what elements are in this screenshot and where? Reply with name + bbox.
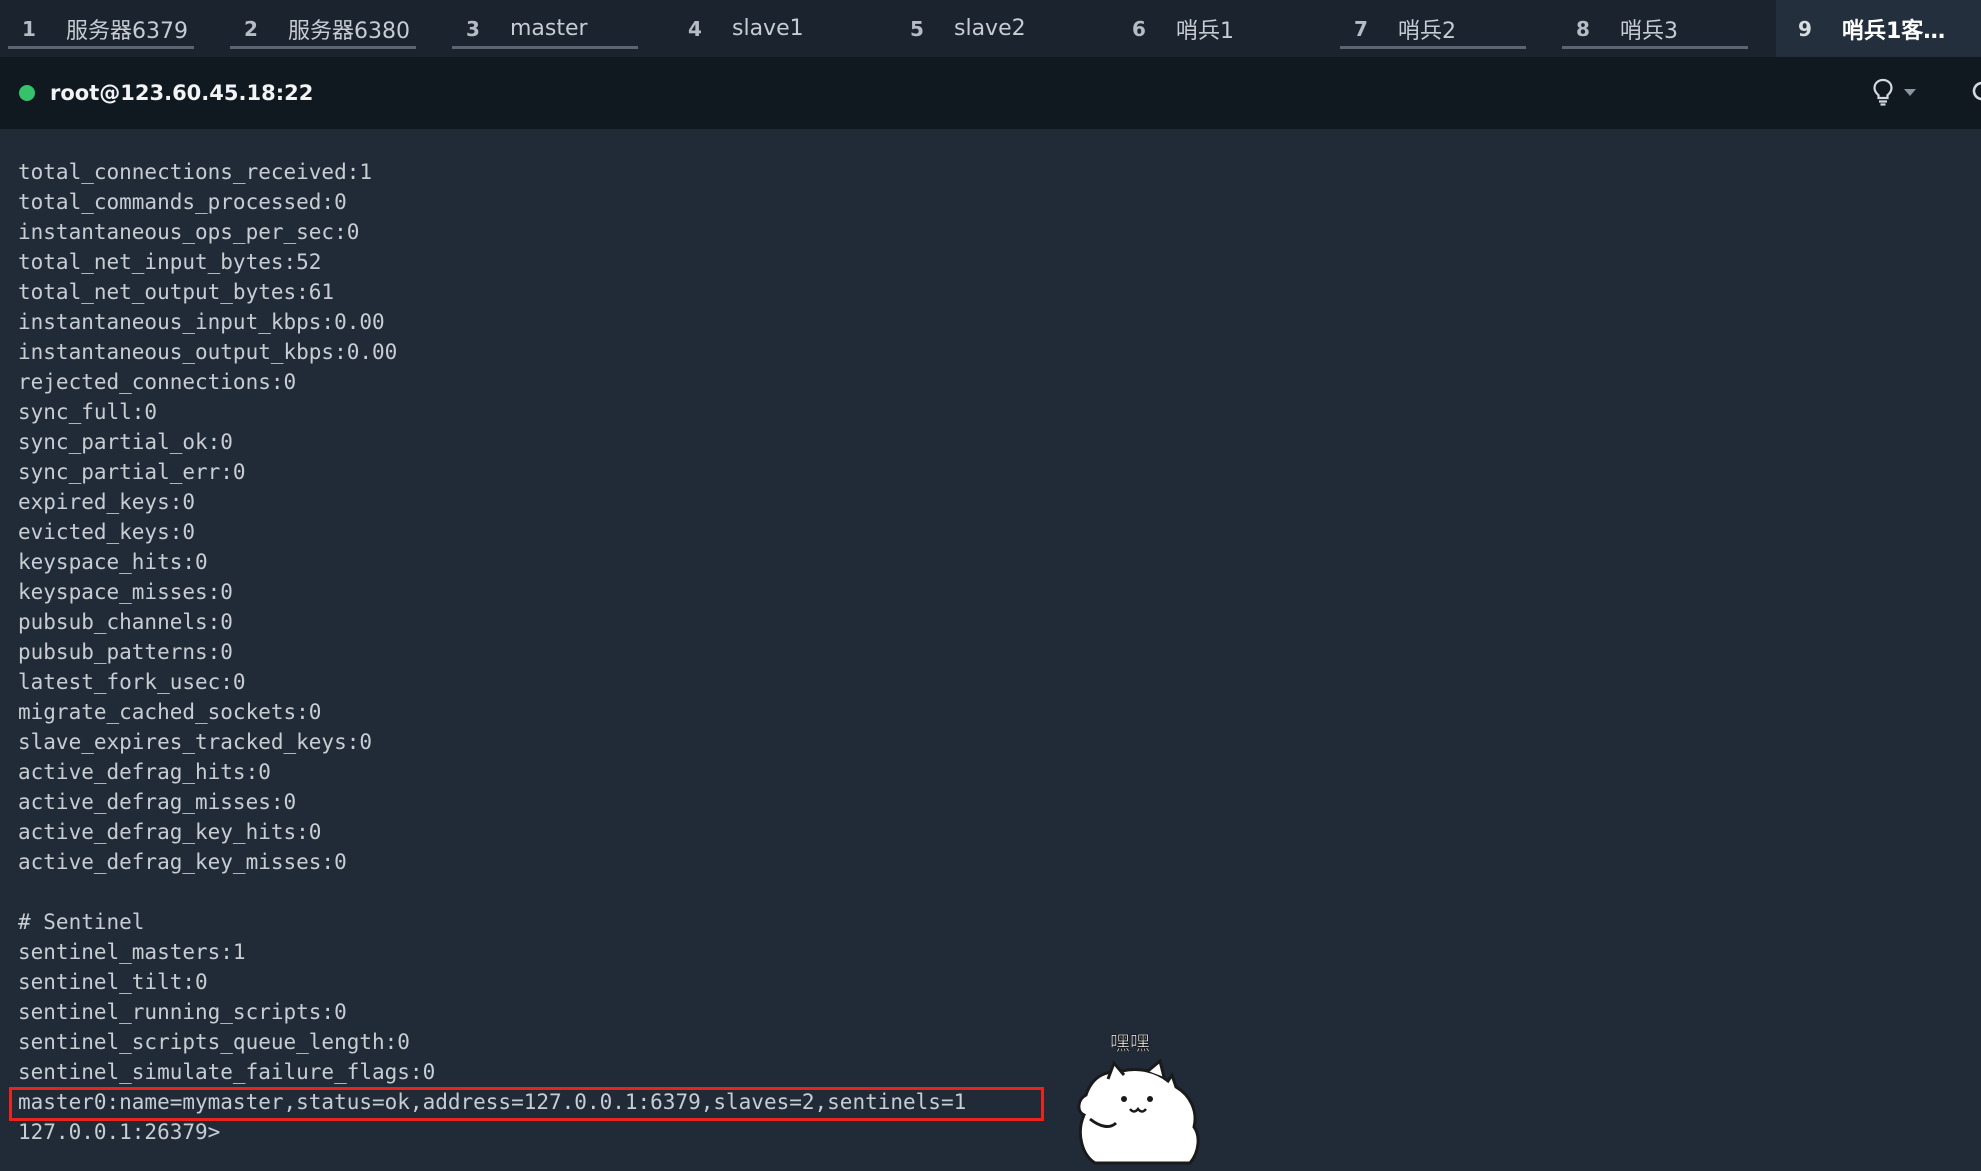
tab-underline xyxy=(1340,46,1526,49)
refresh-icon[interactable] xyxy=(1970,79,1981,103)
tab-number: 4 xyxy=(688,16,702,41)
tab-label: 服务器6380 xyxy=(288,18,410,44)
tab-8[interactable]: 8 哨兵3 xyxy=(1554,0,1776,57)
tab-label: slave2 xyxy=(954,16,1026,41)
tab-number: 2 xyxy=(244,16,258,41)
chevron-down-icon xyxy=(1904,88,1916,96)
tab-number: 9 xyxy=(1798,16,1812,41)
hint-dropdown[interactable] xyxy=(1872,78,1916,106)
terminal-line: active_defrag_key_hits:0 xyxy=(18,820,322,844)
tab-number: 6 xyxy=(1132,16,1146,41)
terminal-line: slave_expires_tracked_keys:0 xyxy=(18,730,373,754)
tab-label: 哨兵3 xyxy=(1620,18,1678,44)
terminal-line: pubsub_channels:0 xyxy=(18,610,233,634)
tab-bar: 1 服务器6379 2 服务器6380 3 master 4 slave1 5 … xyxy=(0,0,1981,57)
tab-5[interactable]: 5 slave2 xyxy=(888,0,1110,57)
terminal-line: sentinel_simulate_failure_flags:0 xyxy=(18,1060,436,1084)
terminal-output: total_connections_received:1 total_comman… xyxy=(18,157,966,1147)
tab-label: slave1 xyxy=(732,16,804,41)
session-header: root@123.60.45.18:22 xyxy=(0,57,1981,129)
terminal-line: total_connections_received:1 xyxy=(18,160,373,184)
terminal-line: sentinel_running_scripts:0 xyxy=(18,1000,347,1024)
terminal-line: # Sentinel xyxy=(18,910,145,934)
terminal-line: active_defrag_misses:0 xyxy=(18,790,297,814)
terminal-line: migrate_cached_sockets:0 xyxy=(18,700,322,724)
tab-label: 哨兵1客… xyxy=(1842,18,1946,44)
tab-underline xyxy=(1562,46,1748,49)
terminal-line: active_defrag_key_misses:0 xyxy=(18,850,347,874)
terminal-line: pubsub_patterns:0 xyxy=(18,640,233,664)
tab-number: 8 xyxy=(1576,16,1590,41)
lightbulb-icon xyxy=(1873,78,1893,106)
terminal-line: total_net_output_bytes:61 xyxy=(18,280,335,304)
tab-label: 哨兵1 xyxy=(1176,18,1234,44)
terminal-line: 127.0.0.1:26379> xyxy=(18,1120,221,1144)
terminal-line: total_net_input_bytes:52 xyxy=(18,250,322,274)
tab-underline xyxy=(452,46,638,49)
sticker-caption: 嘿嘿 xyxy=(1110,1031,1150,1055)
terminal-line: expired_keys:0 xyxy=(18,490,196,514)
connection-status-dot xyxy=(19,85,35,101)
terminal-line: latest_fork_usec:0 xyxy=(18,670,246,694)
terminal-line: active_defrag_hits:0 xyxy=(18,760,271,784)
tab-label: 服务器6379 xyxy=(66,18,188,44)
terminal-line: sync_partial_ok:0 xyxy=(18,430,233,454)
tab-2[interactable]: 2 服务器6380 xyxy=(222,0,444,57)
terminal-pane[interactable]: total_connections_received:1 total_comman… xyxy=(0,129,1981,1171)
terminal-line: instantaneous_ops_per_sec:0 xyxy=(18,220,360,244)
tab-7[interactable]: 7 哨兵2 xyxy=(1332,0,1554,57)
tab-number: 5 xyxy=(910,16,924,41)
tab-9-active[interactable]: 9 哨兵1客… xyxy=(1776,0,1981,57)
tab-4[interactable]: 4 slave1 xyxy=(666,0,888,57)
tab-underline xyxy=(8,46,194,49)
terminal-line: instantaneous_output_kbps:0.00 xyxy=(18,340,398,364)
tab-label: 哨兵2 xyxy=(1398,18,1456,44)
terminal-line-highlighted: master0:name=mymaster,status=ok,address=… xyxy=(18,1090,967,1114)
terminal-line: keyspace_misses:0 xyxy=(18,580,233,604)
session-host: root@123.60.45.18:22 xyxy=(50,81,314,105)
terminal-line: keyspace_hits:0 xyxy=(18,550,208,574)
terminal-line: sentinel_scripts_queue_length:0 xyxy=(18,1030,410,1054)
cat-sticker-icon: 嘿嘿 xyxy=(1077,1031,1200,1165)
tab-number: 1 xyxy=(22,16,36,41)
terminal-line: instantaneous_input_kbps:0.00 xyxy=(18,310,385,334)
tab-number: 3 xyxy=(466,16,480,41)
terminal-line: sync_partial_err:0 xyxy=(18,460,246,484)
terminal-line: sentinel_tilt:0 xyxy=(18,970,208,994)
tab-6[interactable]: 6 哨兵1 xyxy=(1110,0,1332,57)
tab-underline xyxy=(230,46,416,49)
terminal-line: sentinel_masters:1 xyxy=(18,940,246,964)
terminal-line: evicted_keys:0 xyxy=(18,520,196,544)
tab-number: 7 xyxy=(1354,16,1368,41)
tab-label: master xyxy=(510,16,588,41)
terminal-line: sync_full:0 xyxy=(18,400,158,424)
tab-1[interactable]: 1 服务器6379 xyxy=(0,0,222,57)
terminal-line: total_commands_processed:0 xyxy=(18,190,347,214)
terminal-line: rejected_connections:0 xyxy=(18,370,297,394)
tab-3[interactable]: 3 master xyxy=(444,0,666,57)
